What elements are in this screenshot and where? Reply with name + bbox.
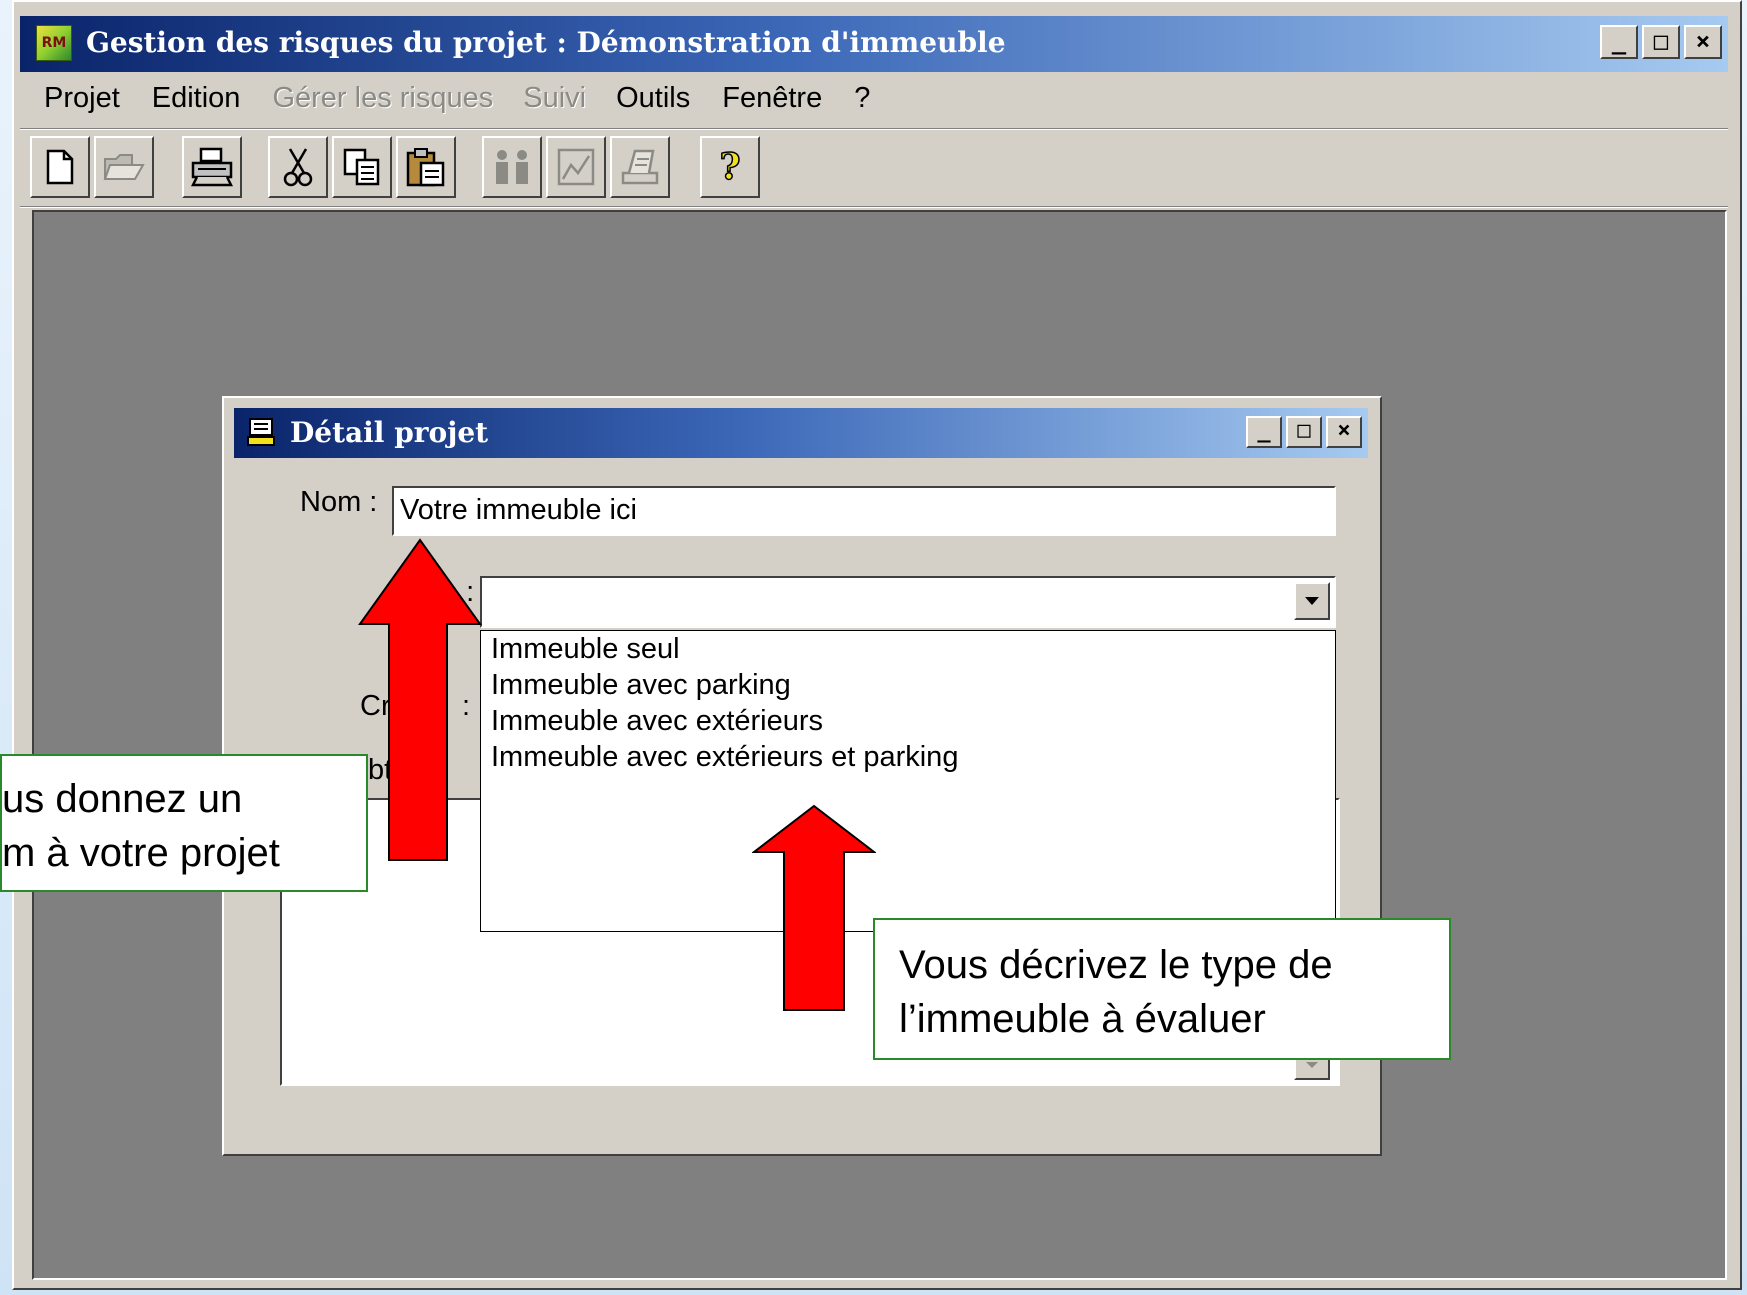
report-icon: [621, 149, 659, 185]
dialog-minimize-button[interactable]: _: [1246, 416, 1282, 448]
dialog-caption-buttons: _ □ ×: [1246, 416, 1362, 448]
arrow-to-type-options: [752, 804, 876, 1011]
print-icon: [190, 147, 234, 187]
menu-outils[interactable]: Outils: [602, 78, 706, 122]
app-icon: RM: [36, 25, 72, 61]
callout-right-line2: l’immeuble à évaluer: [899, 997, 1266, 1041]
dialog-close-button[interactable]: ×: [1326, 416, 1362, 448]
callout-building-type: Vous décrivez le type de l’immeuble à év…: [873, 918, 1451, 1060]
dialog-project-icon: [247, 418, 275, 446]
menu-gerer-les-risques[interactable]: Gérer les risques: [256, 78, 509, 122]
paste-button[interactable]: [396, 136, 456, 198]
copy-icon: [343, 148, 380, 186]
menu-edition[interactable]: Edition: [136, 78, 257, 122]
dropdown-option[interactable]: Immeuble avec parking: [481, 667, 1335, 703]
dropdown-option[interactable]: Immeuble seul: [481, 631, 1335, 667]
open-button[interactable]: [94, 136, 154, 198]
svg-text:?: ?: [719, 146, 740, 188]
window-caption-buttons: _ □ ×: [1600, 25, 1722, 59]
cut-icon: [283, 148, 313, 187]
paste-icon: [406, 148, 445, 187]
menu-suivi[interactable]: Suivi: [509, 78, 602, 122]
window-title: Gestion des risques du projet : Démonstr…: [86, 26, 1006, 59]
building-type-select[interactable]: [480, 576, 1336, 628]
scroll-down-icon: [1306, 1062, 1318, 1068]
open-folder-icon: [103, 154, 145, 180]
arrow-to-name-field: [358, 538, 482, 861]
close-button[interactable]: ×: [1684, 25, 1722, 59]
chart-button[interactable]: [546, 136, 606, 198]
menu-projet[interactable]: Projet: [20, 78, 136, 122]
menu-bar: Projet Edition Gérer les risques Suivi O…: [20, 78, 886, 122]
toolbar-separator: [20, 206, 1728, 208]
callout-left-line1: us donnez un: [2, 777, 243, 821]
people-icon: [496, 150, 528, 184]
help-icon: ?: [719, 145, 742, 189]
people-button[interactable]: [482, 136, 542, 198]
chevron-down-icon: [1305, 597, 1319, 605]
chart-icon: [557, 148, 595, 186]
dialog-title: Détail projet: [290, 416, 489, 449]
report-button[interactable]: [610, 136, 670, 198]
name-label: Nom :: [300, 486, 378, 518]
menu-help[interactable]: ?: [838, 78, 886, 122]
menu-fenetre[interactable]: Fenêtre: [706, 78, 838, 122]
dialog-maximize-button[interactable]: □: [1286, 416, 1322, 448]
cut-button[interactable]: [268, 136, 328, 198]
callout-project-name: us donnez un m à votre projet: [0, 754, 368, 892]
building-type-dropdown-list: Immeuble seul Immeuble avec parking Imme…: [480, 630, 1336, 932]
copy-button[interactable]: [332, 136, 392, 198]
menu-separator: [20, 128, 1728, 130]
dropdown-option[interactable]: Immeuble avec extérieurs: [481, 703, 1335, 739]
main-titlebar[interactable]: RM Gestion des risques du projet : Démon…: [20, 16, 1728, 72]
print-button[interactable]: [182, 136, 242, 198]
new-document-button[interactable]: [30, 136, 90, 198]
project-name-input[interactable]: Votre immeuble ici: [392, 486, 1336, 536]
dropdown-toggle-button[interactable]: [1294, 582, 1330, 620]
minimize-button[interactable]: _: [1600, 25, 1638, 59]
dropdown-option[interactable]: Immeuble avec extérieurs et parking: [481, 739, 1335, 775]
callout-left-line2: m à votre projet: [2, 831, 280, 875]
maximize-button[interactable]: □: [1642, 25, 1680, 59]
callout-right-line1: Vous décrivez le type de: [899, 943, 1333, 987]
new-document-icon: [46, 149, 74, 185]
help-button[interactable]: ?: [700, 136, 760, 198]
dialog-titlebar[interactable]: Détail projet _ □ ×: [234, 408, 1368, 458]
